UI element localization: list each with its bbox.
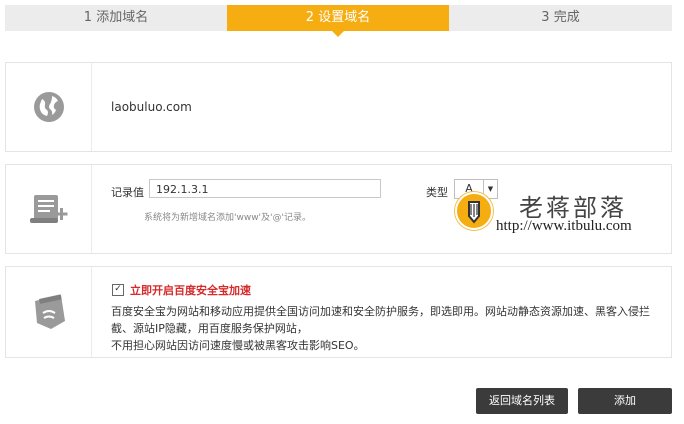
domain-panel: laobuluo.com xyxy=(5,62,672,152)
domain-name: laobuluo.com xyxy=(111,100,192,114)
security-title: 立即开启百度安全宝加速 xyxy=(130,284,251,297)
security-desc-line: 不用担心网站因访问速度慢或被黑客攻击影响SEO。 xyxy=(111,339,365,352)
security-panel: ✓ 立即开启百度安全宝加速 百度安全宝为网站和移动应用提供全国访问加速和安全防护… xyxy=(5,266,672,358)
record-value-label: 记录值 xyxy=(111,186,144,199)
shield-icon xyxy=(35,294,65,329)
back-to-domain-list-button[interactable]: 返回域名列表 xyxy=(476,388,568,414)
security-icon-column xyxy=(6,267,92,357)
pencil-logo-icon xyxy=(455,192,493,230)
record-icon-column xyxy=(6,165,92,253)
record-hint: 系统将为新增域名添加'www'及'@'记录。 xyxy=(144,213,311,223)
step-add-domain: 1 添加域名 xyxy=(5,5,227,31)
step-configure-domain: 2 设置域名 xyxy=(227,5,449,37)
security-description: 百度安全宝为网站和移动应用提供全国访问加速和安全防护服务，即选即用。网站动静态资… xyxy=(111,303,671,354)
record-value-input[interactable]: 192.1.3.1 xyxy=(149,179,381,198)
type-label: 类型 xyxy=(426,186,448,199)
record-scroll-icon xyxy=(30,195,68,223)
watermark-url: http://www.itbulu.com xyxy=(496,218,632,234)
globe-icon xyxy=(34,92,64,122)
step-finish: 3 完成 xyxy=(449,5,672,31)
enable-security-checkbox[interactable]: ✓ xyxy=(112,284,124,296)
add-button[interactable]: 添加 xyxy=(578,388,672,414)
security-desc-line: 百度安全宝为网站和移动应用提供全国访问加速和安全防护服务，即选即用。网站动静态资… xyxy=(111,305,650,335)
step-bar: 1 添加域名 2 设置域名 3 完成 xyxy=(5,5,672,37)
domain-icon-column xyxy=(6,63,92,151)
